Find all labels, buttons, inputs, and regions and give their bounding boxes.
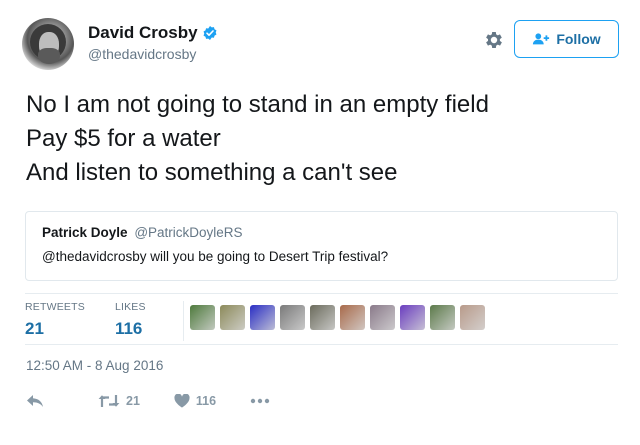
avatar[interactable] [22, 18, 74, 70]
liker-avatar[interactable] [189, 305, 215, 330]
verified-badge-icon [203, 26, 217, 40]
liker-avatar[interactable] [279, 305, 305, 330]
liker-avatar[interactable] [369, 305, 395, 330]
reply-icon [27, 395, 43, 407]
tweet-text: No I am not going to stand in an empty f… [26, 88, 606, 190]
display-name[interactable]: David Crosby [88, 23, 198, 43]
more-button[interactable] [250, 398, 270, 404]
timestamp[interactable]: 12:50 AM - 8 Aug 2016 [26, 358, 163, 373]
quoted-author-handle: @PatrickDoyleRS [134, 225, 243, 240]
tweet-stats: RETWEETS 21 LIKES 116 [25, 301, 485, 341]
heart-icon [174, 394, 190, 408]
liker-avatar[interactable] [339, 305, 365, 330]
tweet-line: Pay $5 for a water [26, 125, 221, 152]
stats-separator [182, 301, 184, 341]
author-block[interactable]: David Crosby @thedavidcrosby [88, 23, 218, 62]
like-button[interactable]: 116 [174, 394, 216, 408]
more-icon [250, 398, 270, 404]
liker-avatar[interactable] [219, 305, 245, 330]
quoted-tweet[interactable]: Patrick Doyle @PatrickDoyleRS @thedavidc… [25, 211, 618, 281]
tweet-header: David Crosby @thedavidcrosby Follow [22, 16, 620, 72]
retweets-count: 21 [25, 319, 44, 338]
follow-button[interactable]: Follow [514, 20, 619, 58]
liker-avatar[interactable] [249, 305, 275, 330]
likes-stat[interactable]: LIKES 116 [115, 301, 146, 339]
divider [25, 344, 618, 345]
quoted-tweet-text: @thedavidcrosby will you be going to Des… [42, 249, 389, 264]
likes-label: LIKES [114, 301, 146, 313]
add-user-icon [533, 33, 550, 45]
retweet-button[interactable]: 21 [98, 394, 140, 408]
retweets-label: RETWEETS [25, 301, 85, 313]
liker-avatar[interactable] [399, 305, 425, 330]
retweets-stat[interactable]: RETWEETS 21 [25, 301, 85, 339]
likes-count: 116 [114, 319, 143, 338]
follow-label: Follow [556, 31, 601, 47]
author-handle[interactable]: @thedavidcrosby [88, 46, 218, 62]
liker-avatar[interactable] [459, 305, 485, 330]
liker-avatars [189, 305, 485, 339]
gear-icon[interactable] [483, 29, 505, 51]
retweet-count: 21 [126, 394, 140, 408]
liker-avatar[interactable] [429, 305, 455, 330]
divider [25, 293, 618, 294]
liker-avatar[interactable] [309, 305, 335, 330]
reply-button[interactable] [26, 394, 44, 408]
tweet-actions: 21 116 [26, 391, 270, 411]
tweet-line: And listen to something a can't see [26, 159, 398, 186]
retweet-icon [98, 395, 120, 407]
tweet-line: No I am not going to stand in an empty f… [26, 91, 489, 118]
quoted-author-name: Patrick Doyle [42, 225, 128, 240]
like-count: 116 [195, 394, 217, 408]
